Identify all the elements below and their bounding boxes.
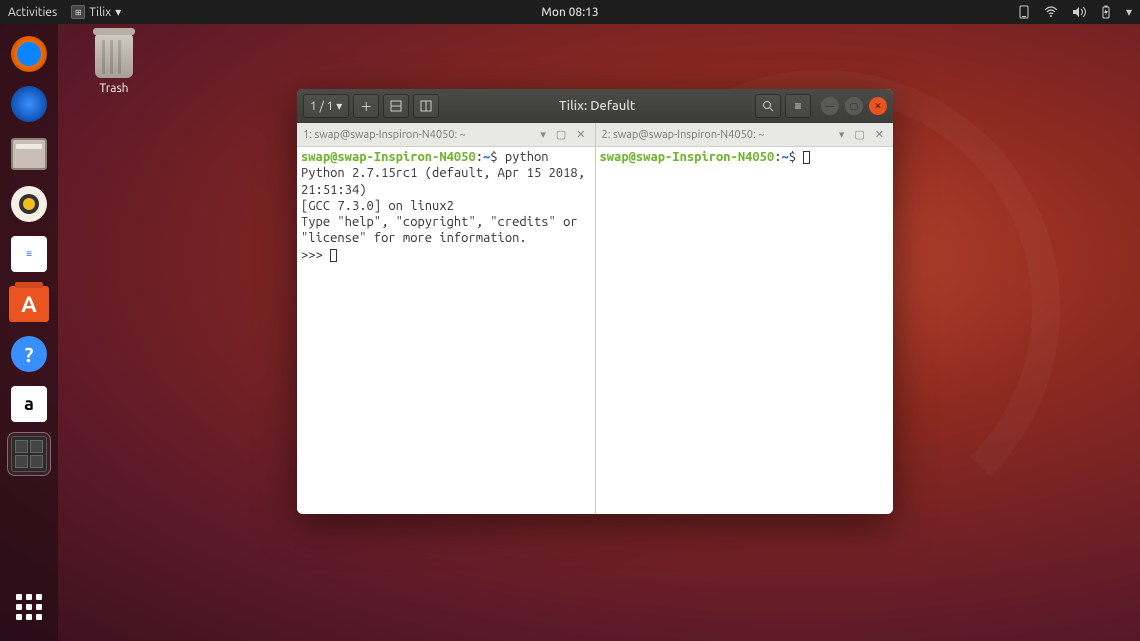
desktop-trash[interactable]: Trash bbox=[82, 34, 146, 95]
prompt-user: swap@swap-Inspiron-N4050 bbox=[600, 150, 775, 164]
repl-prompt: >>> bbox=[301, 248, 330, 262]
pane-maximize-button[interactable]: ▢ bbox=[553, 128, 569, 141]
software-icon bbox=[9, 286, 49, 322]
terminal-pane-1: 1: swap@swap-Inspiron-N4050: ~ ▾ ▢ ✕ swa… bbox=[297, 123, 596, 514]
pane-menu-chevron-icon[interactable]: ▾ bbox=[836, 128, 848, 141]
split-down-button[interactable] bbox=[383, 94, 409, 118]
prompt-user: swap@swap-Inspiron-N4050 bbox=[301, 150, 476, 164]
terminal-pane-2: 2: swap@swap-Inspiron-N4050: ~ ▾ ▢ ✕ swa… bbox=[596, 123, 894, 514]
trash-label: Trash bbox=[82, 82, 146, 95]
hamburger-menu-button[interactable]: ≡ bbox=[785, 94, 811, 118]
pane-header-2: 2: swap@swap-Inspiron-N4050: ~ ▾ ▢ ✕ bbox=[596, 123, 894, 147]
hamburger-icon: ≡ bbox=[794, 99, 801, 113]
app-menu-label: Tilix bbox=[89, 6, 111, 19]
dock-rhythmbox[interactable] bbox=[7, 182, 51, 226]
app-menu[interactable]: ⊞ Tilix ▾ bbox=[71, 5, 121, 19]
close-icon: ✕ bbox=[874, 101, 882, 112]
terminal-2[interactable]: swap@swap-Inspiron-N4050:~$ bbox=[596, 147, 894, 514]
cursor bbox=[803, 151, 810, 164]
dock-files[interactable] bbox=[7, 132, 51, 176]
dock-software[interactable] bbox=[7, 282, 51, 326]
dock-writer[interactable]: ≡ bbox=[7, 232, 51, 276]
maximize-button[interactable]: ▢ bbox=[845, 97, 863, 115]
terminal-1[interactable]: swap@swap-Inspiron-N4050:~$ python Pytho… bbox=[297, 147, 595, 514]
files-icon bbox=[11, 138, 47, 170]
dock-thunderbird[interactable] bbox=[7, 82, 51, 126]
amazon-icon: a bbox=[11, 386, 47, 422]
session-indicator-label: 1 / 1 bbox=[310, 100, 333, 113]
firefox-icon bbox=[11, 36, 47, 72]
activities-button[interactable]: Activities bbox=[8, 6, 57, 19]
dock-amazon[interactable]: a bbox=[7, 382, 51, 426]
pane-header-1: 1: swap@swap-Inspiron-N4050: ~ ▾ ▢ ✕ bbox=[297, 123, 595, 147]
phone-icon[interactable] bbox=[1018, 5, 1030, 19]
prompt-path: ~ bbox=[782, 150, 789, 164]
rhythmbox-icon bbox=[11, 186, 47, 222]
minimize-icon: — bbox=[826, 101, 835, 111]
pane-maximize-button[interactable]: ▢ bbox=[851, 128, 867, 141]
system-menu-chevron-icon[interactable]: ▾ bbox=[1126, 5, 1132, 19]
thunderbird-icon bbox=[11, 86, 47, 122]
terminal-output: Python 2.7.15rc1 (default, Apr 15 2018, … bbox=[301, 166, 592, 245]
close-button[interactable]: ✕ bbox=[869, 97, 887, 115]
search-button[interactable] bbox=[755, 94, 781, 118]
dock-firefox[interactable] bbox=[7, 32, 51, 76]
pane-menu-chevron-icon[interactable]: ▾ bbox=[537, 128, 549, 141]
battery-icon[interactable] bbox=[1100, 5, 1112, 19]
gnome-top-bar: Activities ⊞ Tilix ▾ Mon 08:13 ▾ bbox=[0, 0, 1140, 24]
plus-icon: ＋ bbox=[360, 98, 372, 115]
split-right-button[interactable] bbox=[413, 94, 439, 118]
pane-title: 2: swap@swap-Inspiron-N4050: ~ bbox=[602, 129, 832, 141]
split-down-icon bbox=[390, 100, 402, 112]
split-right-icon bbox=[420, 100, 432, 112]
clock[interactable]: Mon 08:13 bbox=[541, 6, 598, 19]
ubuntu-dock: ≡ ? a bbox=[0, 24, 58, 641]
help-icon: ? bbox=[11, 336, 47, 372]
new-session-button[interactable]: ＋ bbox=[353, 94, 379, 118]
chevron-down-icon: ▾ bbox=[115, 5, 121, 19]
dock-tilix[interactable] bbox=[7, 432, 51, 476]
terminal-panes: 1: swap@swap-Inspiron-N4050: ~ ▾ ▢ ✕ swa… bbox=[297, 123, 893, 514]
chevron-down-icon: ▾ bbox=[336, 99, 342, 113]
minimize-button[interactable]: — bbox=[821, 97, 839, 115]
tilix-appmenu-icon: ⊞ bbox=[71, 5, 85, 19]
terminal-command: python bbox=[505, 150, 549, 164]
network-wifi-icon[interactable] bbox=[1044, 6, 1058, 18]
session-switcher[interactable]: 1 / 1 ▾ bbox=[303, 94, 349, 118]
volume-icon[interactable] bbox=[1072, 6, 1086, 18]
pane-close-button[interactable]: ✕ bbox=[872, 128, 887, 141]
search-icon bbox=[762, 100, 774, 112]
trash-icon bbox=[95, 34, 133, 78]
writer-icon: ≡ bbox=[11, 236, 47, 272]
show-applications-button[interactable] bbox=[7, 585, 51, 629]
maximize-icon: ▢ bbox=[850, 101, 859, 112]
tilix-window: 1 / 1 ▾ ＋ Tilix: Default ≡ — ▢ ✕ bbox=[297, 89, 893, 514]
tilix-titlebar[interactable]: 1 / 1 ▾ ＋ Tilix: Default ≡ — ▢ ✕ bbox=[297, 89, 893, 123]
tilix-dock-icon bbox=[11, 436, 47, 472]
cursor bbox=[330, 249, 337, 262]
window-title: Tilix: Default bbox=[443, 99, 751, 113]
pane-close-button[interactable]: ✕ bbox=[573, 128, 588, 141]
pane-title: 1: swap@swap-Inspiron-N4050: ~ bbox=[303, 129, 533, 141]
dock-help[interactable]: ? bbox=[7, 332, 51, 376]
